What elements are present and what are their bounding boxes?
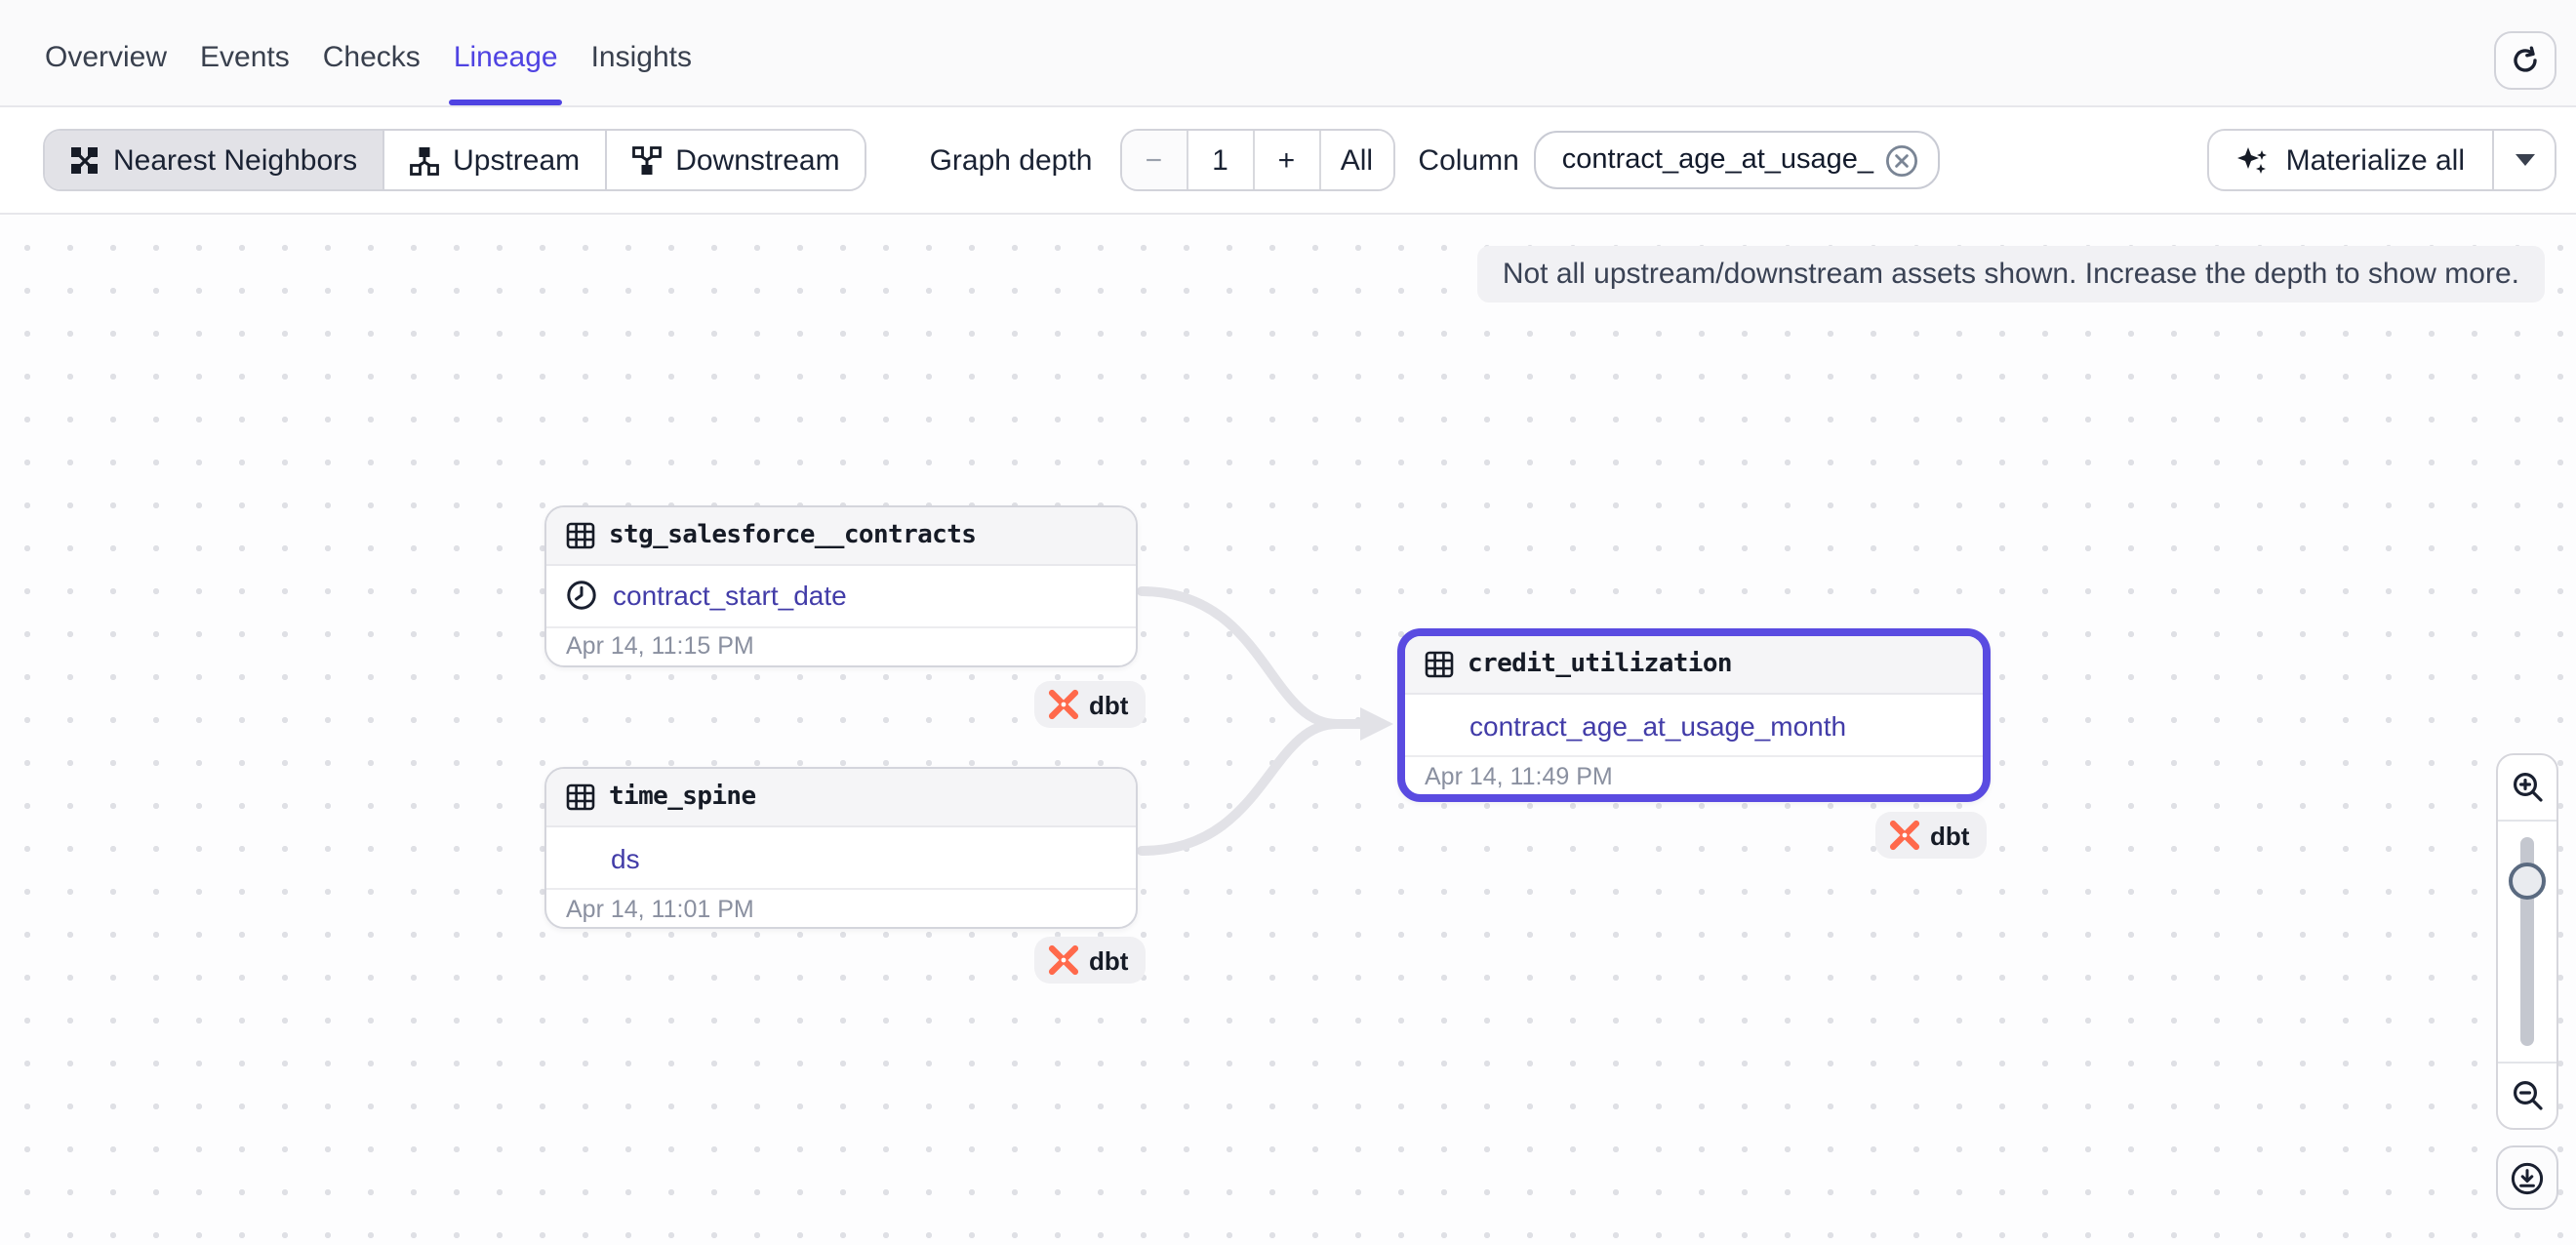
asset-name: stg_salesforce__contracts	[609, 520, 976, 549]
tab-checks[interactable]: Checks	[323, 8, 421, 105]
zoom-out-button[interactable]	[2498, 1062, 2556, 1128]
column-name[interactable]: contract_start_date	[613, 580, 847, 611]
materialization-timestamp: Apr 14, 11:15 PM	[546, 625, 1136, 664]
column-filter-value: contract_age_at_usage_	[1562, 144, 1873, 176]
nearest-neighbors-icon	[70, 145, 100, 175]
depth-increment-button[interactable]: +	[1254, 131, 1320, 189]
dbt-icon	[1048, 689, 1079, 720]
graph-depth-label: Graph depth	[930, 143, 1093, 177]
recenter-view-button[interactable]	[2496, 1145, 2558, 1210]
tab-events[interactable]: Events	[200, 8, 290, 105]
column-filter-chip[interactable]: contract_age_at_usage_	[1535, 131, 1940, 189]
view-mode-downstream[interactable]: Downstream	[607, 131, 865, 189]
tab-overview[interactable]: Overview	[45, 8, 167, 105]
depth-all-button[interactable]: All	[1320, 131, 1392, 189]
tabs: Overview Events Checks Lineage Insights	[45, 0, 692, 105]
table-icon	[1425, 650, 1454, 679]
table-icon	[566, 783, 595, 812]
edge-arrowhead	[1360, 707, 1393, 741]
zoom-in-button[interactable]	[2498, 755, 2556, 822]
tab-events-label: Events	[200, 40, 290, 73]
table-icon	[566, 520, 595, 549]
materialize-options-button[interactable]	[2494, 129, 2556, 191]
materialize-split-button: Materialize all	[2208, 129, 2556, 191]
graph-depth-stepper: − 1 + All	[1119, 129, 1394, 191]
depth-warning-banner: Not all upstream/downstream assets shown…	[1477, 246, 2545, 302]
asset-node-header: stg_salesforce__contracts	[546, 506, 1136, 565]
lineage-toolbar: Nearest Neighbors Upstream	[0, 107, 2576, 215]
zoom-slider[interactable]	[2498, 822, 2556, 1062]
view-mode-label: Downstream	[675, 143, 839, 177]
asset-column-row: contract_start_date	[546, 565, 1136, 625]
dbt-badge-label: dbt	[1089, 945, 1128, 975]
zoom-out-icon	[2511, 1079, 2544, 1112]
view-mode-nearest-neighbors[interactable]: Nearest Neighbors	[45, 131, 384, 189]
sparkles-icon	[2237, 143, 2271, 177]
column-name[interactable]: ds	[611, 842, 640, 873]
dbt-badge-label: dbt	[1089, 690, 1128, 719]
dbt-icon	[1048, 944, 1079, 976]
view-mode-label: Nearest Neighbors	[113, 143, 357, 177]
materialization-timestamp: Apr 14, 11:01 PM	[546, 888, 1136, 927]
dbt-badge: dbt	[1034, 937, 1146, 984]
column-filter-label: Column	[1418, 143, 1518, 177]
materialize-all-label: Materialize all	[2286, 143, 2465, 177]
tab-lineage-label: Lineage	[454, 40, 558, 73]
depth-value-input[interactable]: 1	[1187, 131, 1254, 189]
view-mode-upstream[interactable]: Upstream	[384, 131, 607, 189]
upstream-icon	[410, 145, 439, 175]
circled-down-arrow-icon	[2510, 1160, 2545, 1195]
clear-column-filter-icon[interactable]	[1885, 143, 1918, 177]
column-name[interactable]: contract_age_at_usage_month	[1469, 709, 1846, 741]
tab-overview-label: Overview	[45, 40, 167, 73]
tab-insights-label: Insights	[591, 40, 692, 73]
chevron-down-icon	[2515, 154, 2534, 166]
asset-node-header: credit_utilization	[1405, 636, 1983, 695]
tab-insights[interactable]: Insights	[591, 8, 692, 105]
dbt-badge: dbt	[1875, 812, 1987, 859]
refresh-icon	[2510, 45, 2541, 76]
refresh-button[interactable]	[2494, 31, 2556, 90]
lineage-graph-canvas[interactable]: Not all upstream/downstream assets shown…	[0, 215, 2576, 1245]
downstream-icon	[632, 145, 662, 175]
zoom-slider-handle[interactable]	[2509, 863, 2546, 900]
asset-node-credit-utilization[interactable]: credit_utilization contract_age_at_usage…	[1397, 628, 1991, 802]
dbt-badge: dbt	[1034, 681, 1146, 728]
tab-bar: Overview Events Checks Lineage Insights	[0, 0, 2576, 107]
materialize-all-button[interactable]: Materialize all	[2208, 129, 2494, 191]
tab-lineage[interactable]: Lineage	[454, 8, 558, 105]
edge-timespine-to-credit	[1142, 724, 1362, 851]
edge-stg-to-credit	[1142, 591, 1362, 724]
view-mode-label: Upstream	[453, 143, 580, 177]
active-tab-underline	[450, 100, 562, 105]
zoom-controls	[2496, 753, 2558, 1130]
lineage-edges	[0, 215, 2576, 1245]
asset-name: time_spine	[609, 783, 756, 812]
materialization-timestamp: Apr 14, 11:49 PM	[1405, 755, 1983, 794]
asset-node-stg-salesforce-contracts[interactable]: stg_salesforce__contracts contract_start…	[544, 504, 1138, 666]
asset-node-header: time_spine	[546, 769, 1136, 827]
asset-lineage-page: Overview Events Checks Lineage Insights	[0, 0, 2576, 1245]
view-mode-segmented-control: Nearest Neighbors Upstream	[43, 129, 867, 191]
asset-column-row: ds	[546, 827, 1136, 888]
dbt-icon	[1889, 820, 1920, 851]
depth-decrement-button[interactable]: −	[1121, 131, 1187, 189]
clock-icon	[566, 580, 597, 611]
tab-checks-label: Checks	[323, 40, 421, 73]
asset-name: credit_utilization	[1468, 650, 1732, 679]
dbt-badge-label: dbt	[1930, 821, 1969, 850]
zoom-in-icon	[2511, 771, 2544, 804]
asset-column-row: contract_age_at_usage_month	[1405, 695, 1983, 755]
asset-node-time-spine[interactable]: time_spine ds Apr 14, 11:01 PM	[544, 767, 1138, 929]
